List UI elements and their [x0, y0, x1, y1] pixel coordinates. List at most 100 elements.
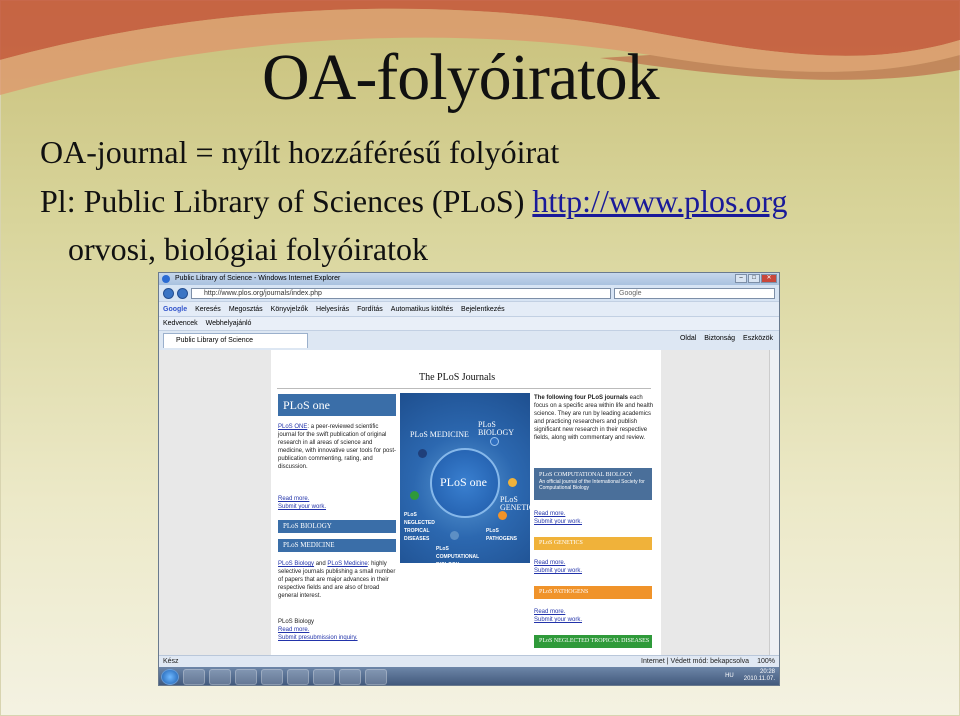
taskbar-powerpoint-icon[interactable] [339, 669, 361, 685]
genetics-dot [508, 478, 517, 487]
plos-one-banner[interactable]: PLoS one [278, 394, 396, 416]
plos-biology-links: PLoS Biology Read more. Submit presubmis… [278, 618, 398, 642]
status-text: Kész [163, 658, 179, 665]
plos-one-links: Read more. Submit your work. [278, 495, 398, 511]
favorites-bar: Kedvencek Webhelyajánló [159, 316, 779, 330]
safety-menu[interactable]: Biztonság [704, 335, 735, 342]
clock-date: 2010.11.07. [743, 676, 775, 682]
compbio-links: Read more. Submit your work. [534, 510, 658, 526]
taskbar-word-icon[interactable] [287, 669, 309, 685]
google-item[interactable]: Keresés [195, 306, 221, 313]
read-more-link[interactable]: Read more. [278, 626, 398, 634]
google-item[interactable]: Automatikus kitöltés [391, 306, 453, 313]
compbio-banner-sub: An official journal of the International… [539, 479, 645, 491]
plos-biology-banner[interactable]: PLoS BIOLOGY [278, 520, 396, 533]
vertical-scrollbar[interactable] [769, 350, 779, 655]
read-more-link[interactable]: Read more. [534, 510, 658, 518]
google-item[interactable]: Fordítás [357, 306, 383, 313]
hero-ntd-label: PLoS NEGLECTED TROPICAL DISEASES [404, 512, 435, 542]
address-bar[interactable]: http://www.plos.org/journals/index.php [191, 287, 611, 299]
and-text: and [315, 561, 326, 567]
security-zone: Internet | Védett mód: bekapcsolva [641, 658, 750, 665]
bio-med-description: PLoS Biology and PLoS Medicine: highly s… [278, 560, 398, 600]
compbio-banner[interactable]: PLoS COMPUTATIONAL BIOLOGY An official j… [534, 468, 652, 500]
language-indicator[interactable]: HU [725, 673, 734, 680]
taskbar-media-icon[interactable] [235, 669, 257, 685]
window-title: Public Library of Science - Windows Inte… [175, 275, 341, 282]
forward-icon[interactable] [177, 287, 188, 299]
genetics-banner[interactable]: PLoS GENETICS [534, 537, 652, 550]
close-button[interactable]: ✕ [761, 274, 777, 283]
address-row: http://www.plos.org/journals/index.php G… [159, 285, 779, 301]
submit-link[interactable]: Submit your work. [534, 518, 658, 526]
tools-menu[interactable]: Eszközök [743, 335, 773, 342]
presubmission-link[interactable]: Submit presubmission inquiry. [278, 634, 398, 642]
journals-heading: The PLoS Journals [419, 372, 496, 383]
read-more-link[interactable]: Read more. [278, 495, 398, 503]
taskbar-explorer-icon[interactable] [209, 669, 231, 685]
ntd-banner[interactable]: PLoS NEGLECTED TROPICAL DISEASES [534, 635, 652, 648]
slide-line-definition: OA-journal = nyílt hozzáférésű folyóirat [40, 134, 560, 170]
tab-row: Public Library of Science Oldal Biztonsá… [159, 330, 779, 350]
plos-biology-link[interactable]: PLoS Biology [278, 561, 314, 567]
plos-biology-label: PLoS Biology [278, 619, 315, 625]
plos-one-text: : a peer-reviewed scientific journal for… [278, 424, 397, 470]
submit-link[interactable]: Submit your work. [534, 616, 658, 624]
status-bar: Kész Internet | Védett mód: bekapcsolva … [159, 655, 779, 667]
ie-icon [162, 275, 170, 283]
tab-plos[interactable]: Public Library of Science [163, 333, 308, 348]
page-viewport: The PLoS Journals PLoS one PLoS ONE: a p… [159, 350, 779, 655]
search-input[interactable]: Google [614, 287, 775, 299]
hero-medicine-label: PLoS MEDICINE [410, 430, 469, 439]
google-item[interactable]: Könyvjelzők [271, 306, 308, 313]
read-more-link[interactable]: Read more. [534, 608, 658, 616]
suggested-sites-button[interactable]: Webhelyajánló [206, 320, 252, 327]
genetics-links: Read more. Submit your work. [534, 559, 658, 575]
plos-medicine-banner[interactable]: PLoS MEDICINE [278, 539, 396, 552]
clock[interactable]: 20:28 2010.11.07. [744, 669, 775, 683]
google-item[interactable]: Bejelentkezés [461, 306, 505, 313]
read-more-link[interactable]: Read more. [534, 559, 658, 567]
google-item[interactable]: Megosztás [229, 306, 263, 313]
taskbar-firefox-icon[interactable] [261, 669, 283, 685]
google-item[interactable]: Helyesírás [316, 306, 349, 313]
windows-taskbar: HU 20:28 2010.11.07. [159, 667, 779, 685]
submit-link[interactable]: Submit your work. [278, 503, 398, 511]
pathogens-banner[interactable]: PLoS PATHOGENS [534, 586, 652, 599]
hero-pathogens-label: PLoS PATHOGENS [486, 528, 517, 542]
plos-journals-graphic[interactable]: PLoS MEDICINE PLoS BIOLOGY PLoS one PLoS… [400, 393, 539, 568]
four-journals-intro: The following four PLoS journals each fo… [534, 394, 658, 442]
plos-link[interactable]: http://www.plos.org [532, 183, 787, 219]
intro-text: each focus on a specific area within lif… [534, 395, 654, 441]
intro-bold: The following four PLoS journals [534, 395, 628, 401]
divider [277, 388, 651, 389]
taskbar-ie-icon[interactable] [183, 669, 205, 685]
maximize-button[interactable]: □ [748, 274, 760, 283]
plos-medicine-link[interactable]: PLoS Medicine [327, 561, 367, 567]
compbio-banner-title: PLoS COMPUTATIONAL BIOLOGY [539, 472, 633, 478]
biology-dot [490, 437, 499, 446]
back-icon[interactable] [163, 287, 174, 299]
page-menu[interactable]: Oldal [680, 335, 696, 342]
example-text: Pl: Public Library of Sciences (PLoS) [40, 183, 525, 219]
google-logo: Google [163, 305, 188, 313]
start-button[interactable] [161, 669, 179, 685]
taskbar-app-icon[interactable] [365, 669, 387, 685]
hero-one-label: PLoS one [440, 475, 488, 489]
plos-one-link[interactable]: PLoS ONE [278, 424, 307, 430]
hero-biology-label: PLoS BIOLOGY [478, 420, 514, 437]
medicine-dot [418, 449, 427, 458]
hero-genetics-label: PLoS GENETICS [500, 495, 539, 512]
taskbar-chrome-icon[interactable] [313, 669, 335, 685]
zoom-level[interactable]: 100% [757, 656, 775, 667]
browser-screenshot: Public Library of Science - Windows Inte… [158, 272, 780, 686]
submit-link[interactable]: Submit your work. [534, 567, 658, 575]
system-tray: HU 20:28 2010.11.07. [725, 669, 775, 683]
hero-compbio-label: PLoS COMPUTATIONAL BIOLOGY [436, 546, 480, 568]
plos-journals-page: The PLoS Journals PLoS one PLoS ONE: a p… [271, 350, 661, 655]
pathogens-dot [498, 511, 507, 520]
google-toolbar: Google Keresés Megosztás Könyvjelzők Hel… [159, 301, 779, 316]
favorites-button[interactable]: Kedvencek [163, 320, 198, 327]
pathogens-links: Read more. Submit your work. [534, 608, 658, 624]
minimize-button[interactable]: – [735, 274, 747, 283]
